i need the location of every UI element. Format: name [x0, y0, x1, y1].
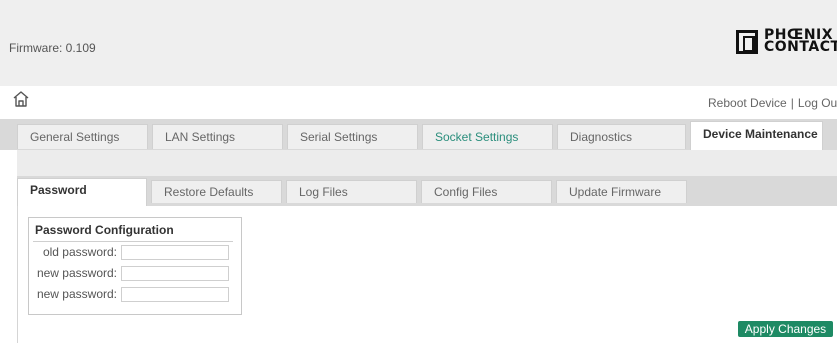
- apply-changes-button[interactable]: Apply Changes: [738, 321, 833, 337]
- tab-serial-settings[interactable]: Serial Settings: [287, 124, 418, 149]
- firmware-version: Firmware: 0.109: [9, 41, 96, 55]
- tab-diagnostics[interactable]: Diagnostics: [557, 124, 686, 149]
- subtab-config-files[interactable]: Config Files: [421, 180, 552, 203]
- reboot-device-link[interactable]: Reboot Device: [708, 96, 787, 110]
- subtab-restore-defaults[interactable]: Restore Defaults: [151, 180, 282, 203]
- top-links: Reboot Device | Log Out: [708, 96, 837, 110]
- new-password-label: new password:: [36, 266, 117, 280]
- tab-device-maintenance[interactable]: Device Maintenance: [690, 121, 823, 152]
- logo-mark-icon: [736, 30, 758, 54]
- new-password-input[interactable]: [121, 266, 229, 281]
- old-password-input[interactable]: [121, 245, 229, 260]
- tab-general-settings[interactable]: General Settings: [17, 124, 148, 149]
- confirm-password-label: new password:: [36, 287, 117, 301]
- tab-lan-settings[interactable]: LAN Settings: [152, 124, 283, 149]
- top-nav: Reboot Device | Log Out: [0, 86, 837, 119]
- subtab-update-firmware[interactable]: Update Firmware: [556, 180, 687, 203]
- confirm-password-input[interactable]: [121, 287, 229, 302]
- old-password-label: old password:: [42, 245, 117, 259]
- sub-tab-bar: Password Restore Defaults Log Files Conf…: [17, 176, 837, 206]
- secondary-strip: [17, 150, 837, 176]
- panel-title: Password Configuration: [35, 223, 174, 237]
- password-configuration-panel: Password Configuration old password: new…: [28, 217, 242, 315]
- home-icon[interactable]: [12, 90, 30, 108]
- main-tab-bar: General Settings LAN Settings Serial Set…: [0, 119, 837, 152]
- subtab-log-files[interactable]: Log Files: [286, 180, 417, 203]
- panel-divider: [33, 241, 233, 242]
- tab-socket-settings[interactable]: Socket Settings: [422, 124, 553, 149]
- subtab-password[interactable]: Password: [17, 178, 147, 206]
- link-separator: |: [790, 96, 794, 110]
- content-area: Password Configuration old password: new…: [17, 206, 837, 343]
- log-out-link[interactable]: Log Out: [798, 96, 837, 110]
- header: Firmware: 0.109 PHŒNIX CONTACT: [0, 0, 837, 87]
